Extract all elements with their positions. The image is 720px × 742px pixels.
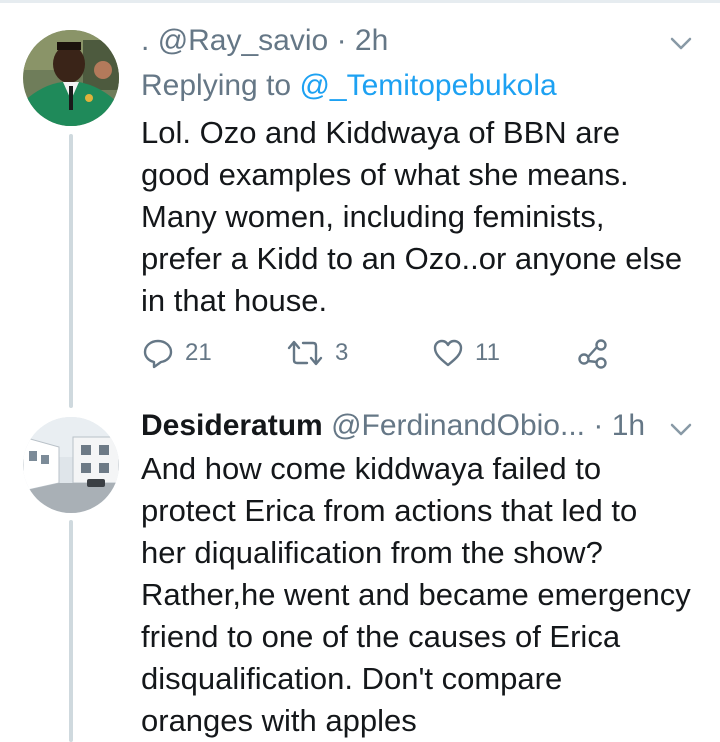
reply-context: Replying to @_Temitopebukola [141, 69, 557, 103]
retweet-count: 3 [335, 339, 349, 366]
tweet-line: disqualification. Don't compare [141, 661, 563, 696]
avatar[interactable] [23, 30, 119, 126]
tweet-line: friend to one of the causes of Erica [141, 619, 621, 654]
thread-connector-line [69, 134, 73, 408]
tweet-header: . @Ray_savio · 2h [141, 24, 388, 58]
separator: · [336, 24, 347, 57]
tweet-text: Lol. Ozo and Kiddwaya of BBN are good ex… [141, 112, 682, 322]
dot-marker: . [141, 24, 150, 57]
tweet-line: oranges with apples [141, 703, 417, 738]
display-name[interactable]: Desideratum [141, 409, 323, 442]
chevron-down-icon[interactable] [668, 30, 694, 61]
handle-link[interactable]: @Ray_savio [158, 24, 329, 57]
tweet-actions: 21 3 11 [141, 336, 621, 376]
reply-button[interactable]: 21 [141, 336, 212, 370]
tweet-line: Rather,he went and became emergency [141, 577, 691, 612]
tweet-line: And how come kiddwaya failed to [141, 451, 602, 486]
avatar-street-houses-image [23, 417, 119, 513]
share-icon [578, 339, 607, 369]
reply-count: 21 [185, 339, 212, 366]
share-button[interactable] [576, 336, 610, 370]
thread-connector-line [69, 520, 73, 742]
top-divider [0, 0, 720, 3]
retweet-button[interactable]: 3 [285, 336, 348, 370]
tweet-line: good examples of what she means. [141, 157, 629, 192]
tweet-header: Desideratum @FerdinandObio... · 1h [141, 409, 645, 443]
tweet-line: prefer a Kidd to an Ozo..or anyone else [141, 241, 683, 276]
tweet-line: her diqualification from the show? [141, 535, 603, 570]
avatar-man-green-suit-image [23, 30, 119, 126]
replying-to-label: Replying to [141, 69, 292, 102]
like-button[interactable]: 11 [431, 336, 500, 370]
timestamp[interactable]: 1h [612, 409, 645, 442]
timestamp[interactable]: 2h [355, 24, 388, 57]
separator: · [593, 409, 604, 442]
tweet-line: Many women, including feminists, [141, 199, 605, 234]
tweet-line: Lol. Ozo and Kiddwaya of BBN are [141, 115, 621, 150]
handle-link[interactable]: @FerdinandObio... [331, 409, 585, 442]
tweet-line: in that house. [141, 283, 328, 318]
avatar[interactable] [23, 417, 119, 513]
reply-icon [143, 339, 173, 369]
retweet-icon [287, 340, 323, 366]
like-count: 11 [475, 339, 500, 366]
tweet-text: And how come kiddwaya failed to protect … [141, 448, 691, 742]
chevron-down-icon[interactable] [668, 416, 694, 447]
tweet-line: protect Erica from actions that led to [141, 493, 638, 528]
heart-icon [433, 339, 463, 367]
replying-to-handle[interactable]: @_Temitopebukola [299, 69, 556, 102]
